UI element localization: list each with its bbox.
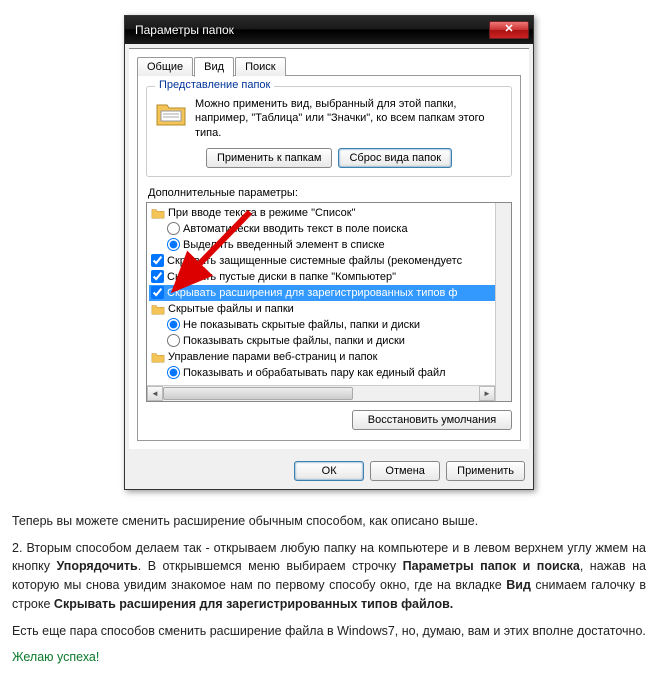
tree-item-3[interactable]: Скрывать защищенные системные файлы (рек… <box>149 253 509 269</box>
tree-item-label: Выделять введенный элемент в списке <box>183 239 385 251</box>
scroll-left-button[interactable]: ◄ <box>147 386 163 401</box>
folder-views-title: Представление папок <box>155 79 274 91</box>
folder-icon <box>151 350 165 364</box>
tree-item-label: При вводе текста в режиме "Список" <box>168 207 355 219</box>
tree-radio[interactable] <box>167 222 180 235</box>
dialog-footer: ОК Отмена Применить <box>125 453 533 489</box>
tree-item-label: Скрывать расширения для зарегистрированн… <box>167 287 457 299</box>
tree-item-10[interactable]: Показывать и обрабатывать пару как едины… <box>149 365 509 381</box>
tree-item-label: Управление парами веб-страниц и папок <box>168 351 377 363</box>
folder-views-text: Можно применить вид, выбранный для этой … <box>195 97 503 140</box>
folder-icon <box>151 302 165 316</box>
tree-item-9[interactable]: Управление парами веб-страниц и папок <box>149 349 509 365</box>
tree-radio[interactable] <box>167 238 180 251</box>
tree-radio[interactable] <box>167 334 180 347</box>
scroll-h-thumb[interactable] <box>163 387 353 400</box>
tabs: Общие Вид Поиск <box>137 57 521 76</box>
tree-item-label: Показывать скрытые файлы, папки и диски <box>183 335 405 347</box>
tree-checkbox[interactable] <box>151 286 164 299</box>
advanced-tree[interactable]: При вводе текста в режиме "Список" Автома… <box>146 202 512 402</box>
titlebar: Параметры папок ✕ <box>125 16 533 44</box>
tree-item-7[interactable]: Не показывать скрытые файлы, папки и дис… <box>149 317 509 333</box>
tree-item-label: Скрытые файлы и папки <box>168 303 294 315</box>
tree-item-4[interactable]: Скрывать пустые диски в папке "Компьютер… <box>149 269 509 285</box>
reset-folders-button[interactable]: Сброс вида папок <box>338 148 452 168</box>
folder-views-icon <box>155 97 187 129</box>
tree-checkbox[interactable] <box>151 254 164 267</box>
advanced-label: Дополнительные параметры: <box>148 187 512 199</box>
tree-item-0[interactable]: При вводе текста в режиме "Список" <box>149 205 509 221</box>
tree-item-6[interactable]: Скрытые файлы и папки <box>149 301 509 317</box>
tree-item-label: Автоматически вводить текст в поле поиск… <box>183 223 408 235</box>
tab-view[interactable]: Вид <box>194 57 234 77</box>
vertical-scrollbar[interactable] <box>495 203 511 401</box>
restore-defaults-button[interactable]: Восстановить умолчания <box>352 410 512 430</box>
tree-item-label: Скрывать пустые диски в папке "Компьютер… <box>167 271 396 283</box>
dialog-body: Общие Вид Поиск Представление папок Можн… <box>129 48 529 449</box>
tree-checkbox[interactable] <box>151 270 164 283</box>
tree-item-8[interactable]: Показывать скрытые файлы, папки и диски <box>149 333 509 349</box>
dialog-title: Параметры папок <box>135 23 234 37</box>
folder-options-dialog: Параметры папок ✕ Общие Вид Поиск Предст… <box>124 15 534 490</box>
article-p1: Теперь вы можете сменить расширение обыч… <box>12 512 646 531</box>
article-p3: Есть еще пара способов сменить расширени… <box>12 622 646 641</box>
tree-item-label: Не показывать скрытые файлы, папки и дис… <box>183 319 420 331</box>
article-p2: 2. Вторым способом делаем так - открывае… <box>12 539 646 614</box>
apply-button[interactable]: Применить <box>446 461 525 481</box>
apply-to-folders-button[interactable]: Применить к папкам <box>206 148 333 168</box>
tree-item-label: Скрывать защищенные системные файлы (рек… <box>167 255 462 267</box>
folder-views-group: Представление папок Можно применить вид,… <box>146 86 512 177</box>
tab-general[interactable]: Общие <box>137 57 193 76</box>
tree-radio[interactable] <box>167 366 180 379</box>
cancel-button[interactable]: Отмена <box>370 461 440 481</box>
article-text: Теперь вы можете сменить расширение обыч… <box>0 500 658 687</box>
tree-item-5[interactable]: Скрывать расширения для зарегистрированн… <box>149 285 509 301</box>
scroll-right-button[interactable]: ► <box>479 386 495 401</box>
ok-button[interactable]: ОК <box>294 461 364 481</box>
tree-radio[interactable] <box>167 318 180 331</box>
article-p4: Желаю успеха! <box>12 648 646 667</box>
tree-item-2[interactable]: Выделять введенный элемент в списке <box>149 237 509 253</box>
tree-item-label: Показывать и обрабатывать пару как едины… <box>183 367 446 379</box>
tab-content: Представление папок Можно применить вид,… <box>137 75 521 441</box>
horizontal-scrollbar[interactable]: ◄ ► <box>147 385 495 401</box>
folder-icon <box>151 206 165 220</box>
tab-search[interactable]: Поиск <box>235 57 285 76</box>
tree-item-1[interactable]: Автоматически вводить текст в поле поиск… <box>149 221 509 237</box>
close-button[interactable]: ✕ <box>489 21 529 39</box>
scroll-h-track[interactable] <box>163 386 479 401</box>
